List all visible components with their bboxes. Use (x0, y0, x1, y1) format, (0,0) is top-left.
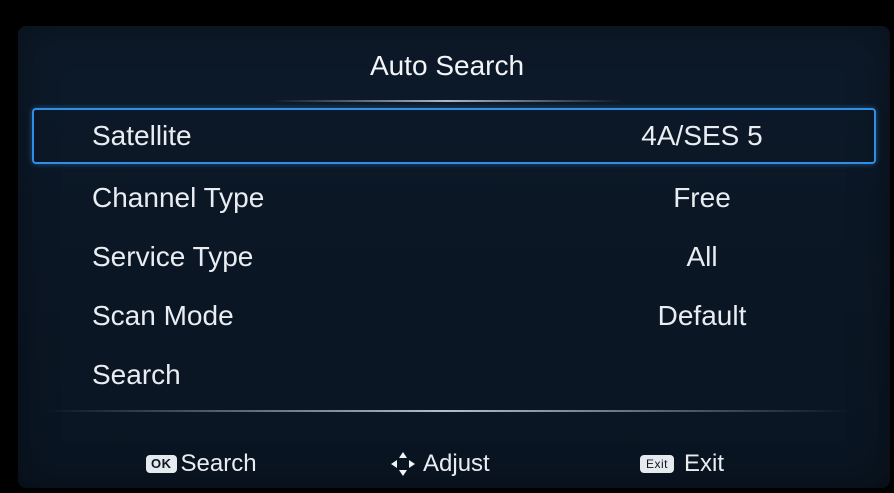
menu-item-value: Free (673, 182, 731, 213)
menu-item-service-type[interactable]: Service Type All (32, 229, 876, 285)
menu-item-label: Channel Type (92, 182, 265, 213)
menu-item-search[interactable]: Search (32, 347, 876, 403)
page-title: Auto Search (369, 50, 525, 81)
title-divider (270, 100, 624, 102)
menu-item-label: Service Type (92, 241, 254, 272)
footer-hint-adjust: Adjust (389, 446, 490, 482)
footer-divider (44, 410, 850, 412)
adjust-hint-label: Adjust (423, 450, 490, 477)
menu-item-value: All (686, 241, 718, 272)
ok-hint-label: Search (180, 450, 257, 477)
dpad-icon (389, 450, 417, 478)
ok-key-badge: OK (146, 455, 177, 473)
exit-hint-label: Exit (684, 450, 725, 477)
menu-item-label: Satellite (92, 120, 192, 151)
menu-item-value: Default (657, 300, 747, 331)
footer-hint-ok: OK Search (146, 446, 257, 482)
exit-key-badge: Exit (640, 455, 675, 473)
menu-item-scan-mode[interactable]: Scan Mode Default (32, 288, 876, 344)
menu-item-label: Search (92, 359, 181, 390)
footer-hint-exit: Exit Exit (640, 446, 724, 482)
menu-item-satellite[interactable]: Satellite 4A/SES 5 (32, 108, 876, 164)
menu-item-value: 4A/SES 5 (641, 120, 763, 151)
tv-screen: Auto Search Satellite 4A/SES 5 Channel T… (0, 0, 894, 493)
menu-item-label: Scan Mode (92, 300, 234, 331)
menu-item-channel-type[interactable]: Channel Type Free (32, 170, 876, 226)
